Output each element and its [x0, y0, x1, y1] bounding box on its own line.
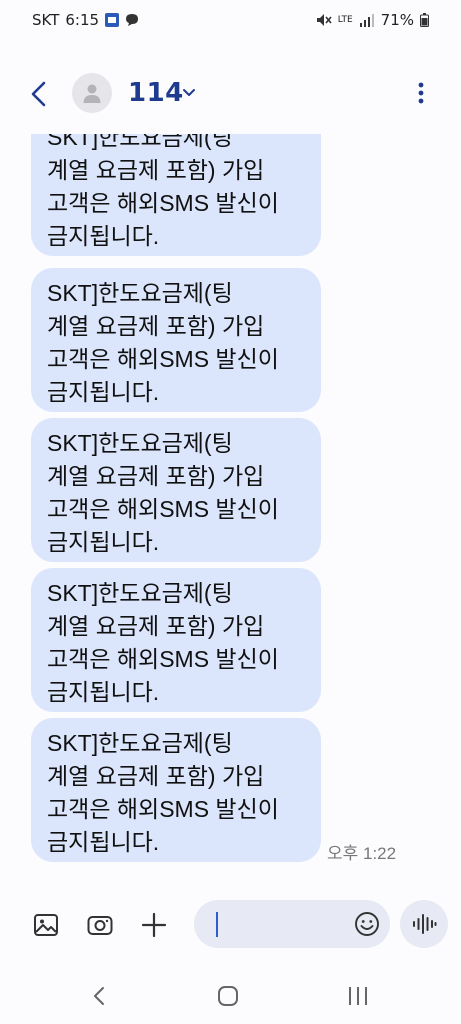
- nav-recents-button[interactable]: [344, 982, 372, 1010]
- contact-name[interactable]: 114: [128, 78, 184, 108]
- message-bubble[interactable]: SKT]한도요금제(팅 계열 요금제 포함) 가입 고객은 해외SMS 발신이 …: [31, 418, 321, 562]
- battery-icon: [420, 13, 429, 27]
- nav-back-button[interactable]: [86, 982, 114, 1010]
- avatar[interactable]: [72, 73, 112, 113]
- person-icon: [83, 84, 101, 103]
- camera-icon[interactable]: [85, 910, 115, 940]
- waveform-icon: [413, 914, 437, 934]
- battery-percent: 71%: [380, 11, 414, 29]
- more-options-button[interactable]: [411, 78, 431, 108]
- smiley-icon[interactable]: [354, 911, 380, 937]
- conversation-header: 114: [0, 66, 461, 122]
- image-icon[interactable]: [31, 910, 61, 940]
- mute-icon: [316, 14, 332, 26]
- compose-bar: [0, 898, 461, 952]
- message-bubble[interactable]: SKT]한도요금제(팅 계열 요금제 포함) 가입 고객은 해외SMS 발신이 …: [31, 718, 321, 862]
- chevron-down-icon[interactable]: [180, 84, 198, 102]
- system-navigation-bar: [0, 970, 461, 1020]
- message-bubble[interactable]: SKT]한도요금제(팅 계열 요금제 포함) 가입 고객은 해외SMS 발신이 …: [31, 568, 321, 712]
- app-notification-icon: [105, 13, 120, 27]
- messages-screen: SKT 6:15 LTE 71% 114 SKT]한도요금제(팅 계열 요금제 …: [0, 0, 461, 1024]
- text-cursor: [216, 912, 218, 937]
- message-input[interactable]: [194, 900, 390, 948]
- nav-home-button[interactable]: [214, 982, 242, 1010]
- clock: 6:15: [65, 11, 100, 29]
- back-button[interactable]: [24, 78, 56, 110]
- network-type: LTE: [337, 14, 353, 25]
- message-bubble[interactable]: SKT]한도요금제(팅 계열 요금제 포함) 가입 고객은 해외SMS 발신이 …: [31, 134, 321, 256]
- carrier-label: SKT: [32, 11, 60, 29]
- message-timestamp: 오후 1:22: [327, 844, 397, 863]
- signal-icon: [359, 14, 374, 27]
- message-bubble[interactable]: SKT]한도요금제(팅 계열 요금제 포함) 가입 고객은 해외SMS 발신이 …: [31, 268, 321, 412]
- plus-icon[interactable]: [139, 910, 169, 940]
- chat-notification-icon: [126, 14, 139, 26]
- status-bar: SKT 6:15 LTE 71%: [0, 0, 461, 40]
- message-list[interactable]: SKT]한도요금제(팅 계열 요금제 포함) 가입 고객은 해외SMS 발신이 …: [0, 134, 461, 874]
- voice-input-button[interactable]: [400, 900, 448, 948]
